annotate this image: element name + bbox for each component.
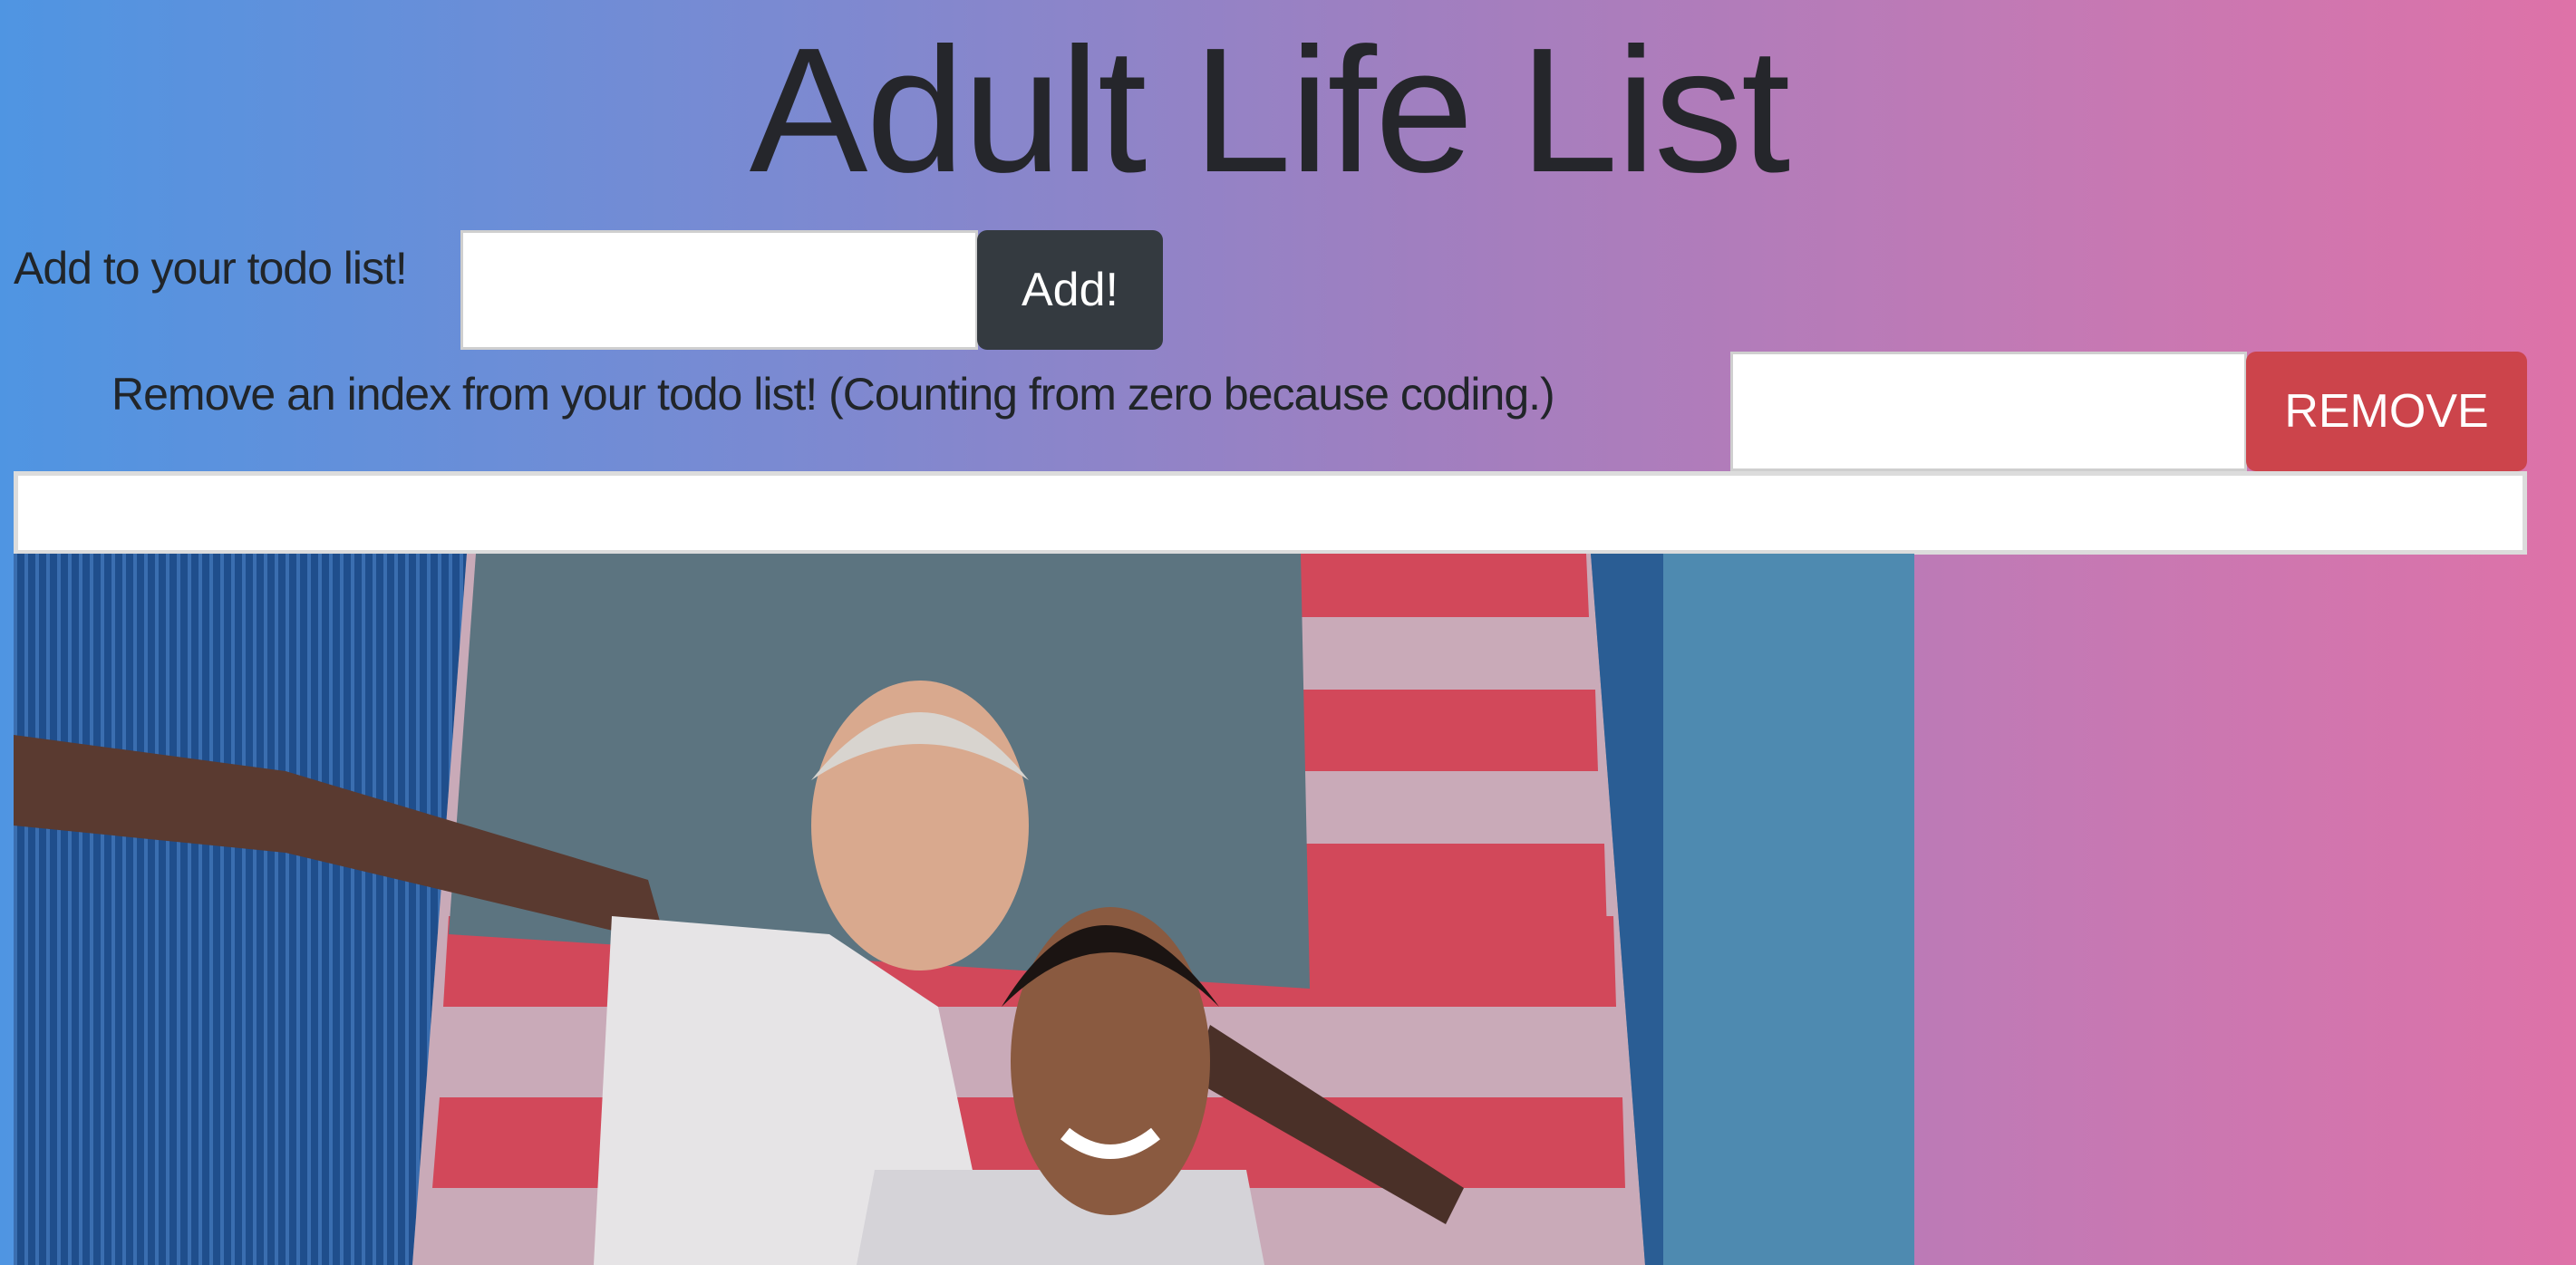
add-label: Add to your todo list! xyxy=(14,243,408,294)
remove-button[interactable]: REMOVE xyxy=(2246,352,2527,471)
add-button[interactable]: Add! xyxy=(977,230,1163,350)
flag-photo-image xyxy=(14,554,1914,1265)
remove-index-input[interactable] xyxy=(1730,352,2247,471)
todo-list-display[interactable] xyxy=(14,471,2527,555)
page-title: Adult Life List xyxy=(749,11,1791,209)
remove-label: Remove an index from your todo list! (Co… xyxy=(111,369,1555,420)
add-todo-input[interactable] xyxy=(460,230,978,350)
